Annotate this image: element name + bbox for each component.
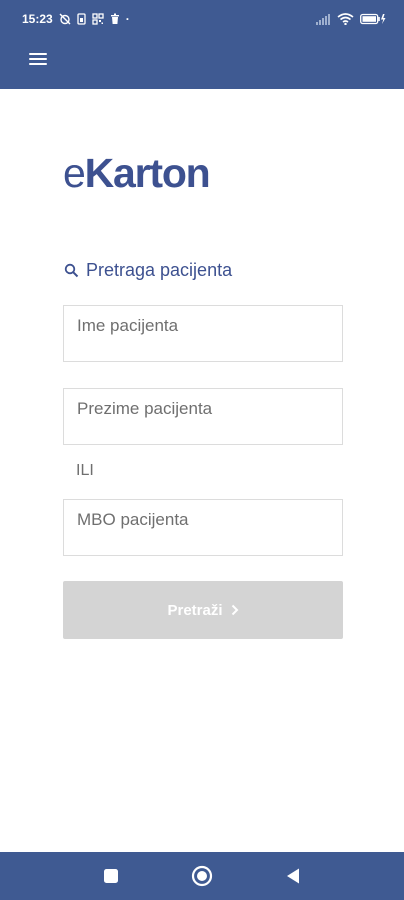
mbo-field[interactable] — [63, 499, 343, 556]
search-submit-button[interactable]: Pretraži — [63, 581, 343, 639]
last-name-input[interactable] — [64, 389, 342, 444]
last-name-field[interactable] — [63, 388, 343, 445]
status-time: 15:23 — [22, 12, 53, 26]
home-circle-icon[interactable] — [182, 852, 222, 900]
wifi-icon — [337, 13, 354, 25]
search-submit-label: Pretraži — [167, 601, 223, 619]
signal-icon — [316, 13, 331, 25]
status-dot: · — [125, 12, 130, 26]
hamburger-menu-icon[interactable] — [28, 51, 48, 67]
sim-icon — [77, 13, 86, 25]
recents-square-icon[interactable] — [91, 852, 131, 900]
status-bar: 15:23 · — [0, 0, 404, 38]
trash-icon — [110, 13, 120, 25]
back-triangle-icon[interactable] — [273, 852, 313, 900]
qr-icon — [92, 13, 104, 25]
system-navigation-bar — [0, 852, 404, 900]
first-name-input[interactable] — [64, 306, 342, 361]
chevron-right-icon — [231, 604, 239, 616]
search-heading-label: Pretraga pacijenta — [86, 259, 233, 280]
first-name-field[interactable] — [63, 305, 343, 362]
mbo-input[interactable] — [64, 500, 342, 555]
search-icon — [64, 263, 79, 278]
search-heading: Pretraga pacijenta — [64, 257, 232, 283]
alarm-off-icon — [59, 13, 71, 25]
ekarton-logo: eKarton — [63, 150, 211, 196]
app-header: 15:23 · — [0, 0, 404, 89]
or-separator: ILI — [76, 462, 94, 479]
battery-charging-icon — [360, 13, 386, 25]
